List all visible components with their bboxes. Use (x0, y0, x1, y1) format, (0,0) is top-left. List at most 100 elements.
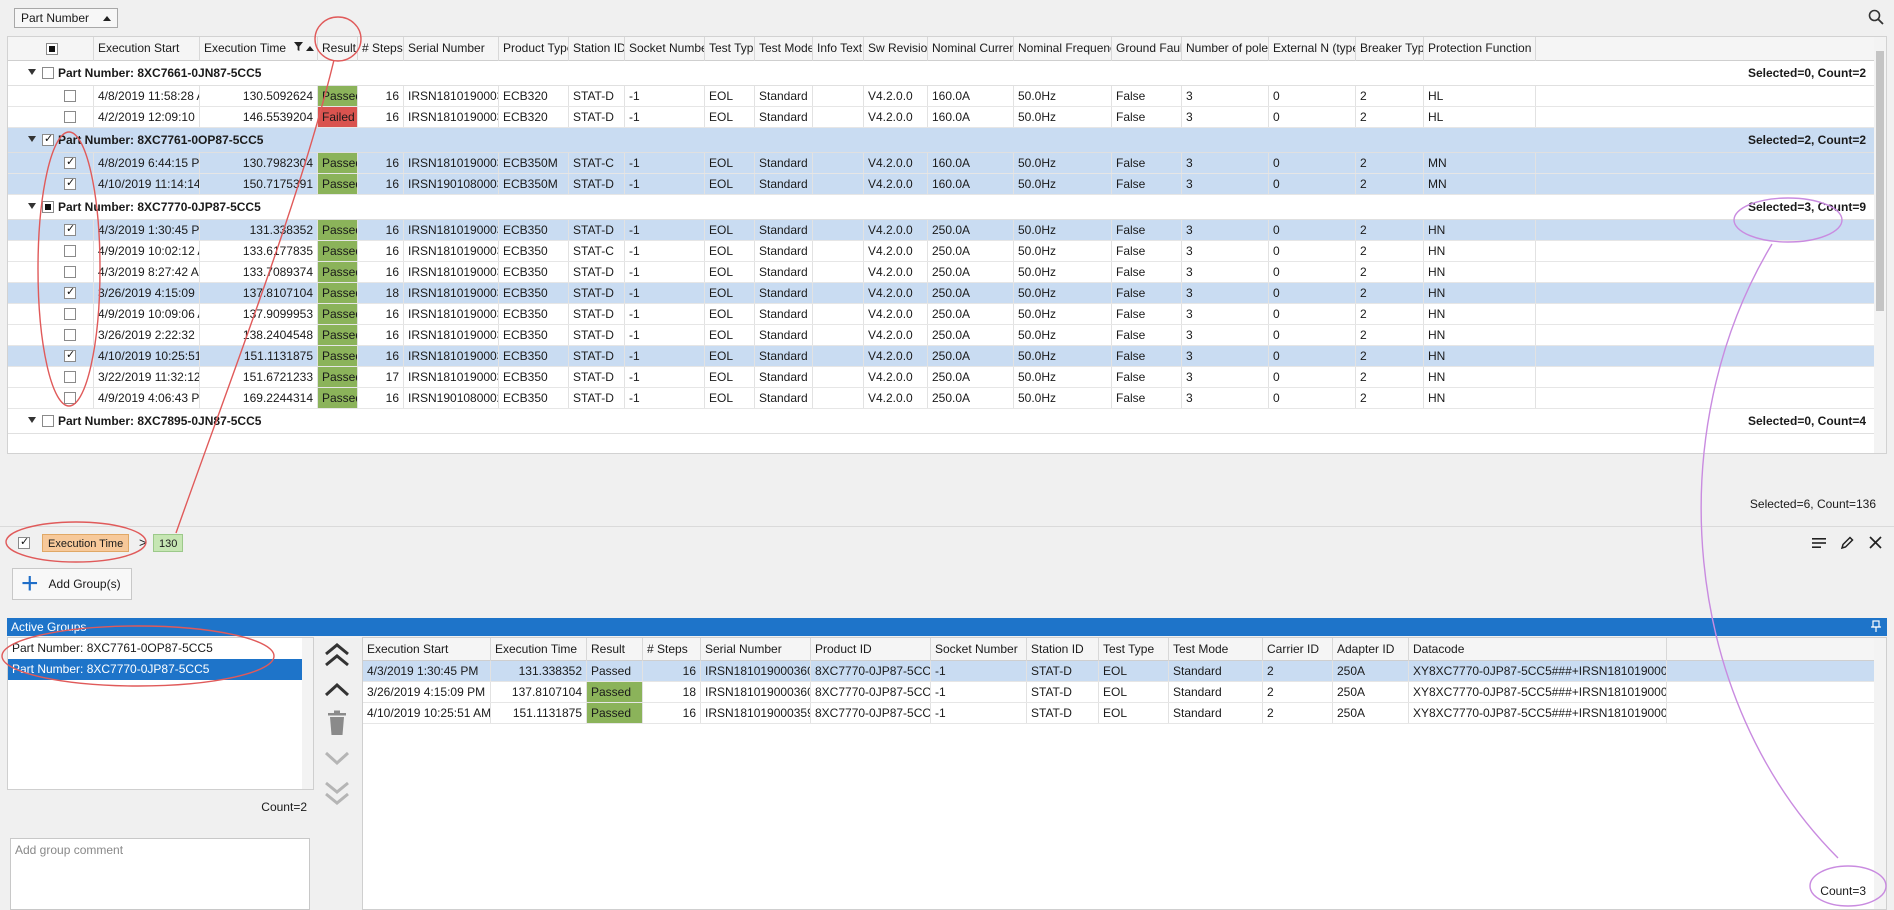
detail-column-header-exec_time[interactable]: Execution Time (491, 638, 587, 661)
detail-column-header-socket[interactable]: Socket Number (931, 638, 1027, 661)
move-up-button[interactable] (323, 675, 351, 703)
row-checkbox[interactable] (64, 90, 76, 102)
row-checkbox[interactable] (64, 266, 76, 278)
column-header-ground[interactable]: Ground Fault (1112, 37, 1182, 61)
column-header-sw[interactable]: Sw Revision (864, 37, 928, 61)
column-header-result[interactable]: Result (318, 37, 358, 61)
active-group-item[interactable]: Part Number: 8XC7770-0JP87-5CC5 (8, 659, 313, 680)
table-row[interactable]: 3/22/2019 11:32:12...151.6721233Passed17… (8, 367, 1876, 388)
column-header-exec_time[interactable]: Execution Time (200, 37, 318, 61)
column-header-nom_freq[interactable]: Nominal Frequency (1014, 37, 1112, 61)
group-row[interactable]: Part Number: 8XC7770-0JP87-5CC5 Selected=… (8, 195, 1876, 220)
edit-pencil-icon[interactable] (1840, 536, 1854, 550)
detail-table-row[interactable]: 4/10/2019 10:25:51 AM 151.1131875 Passed 16… (363, 703, 1875, 724)
search-icon[interactable] (1868, 9, 1884, 25)
detail-column-header-product_id[interactable]: Product ID (811, 638, 931, 661)
row-checkbox[interactable] (64, 176, 76, 190)
table-row[interactable]: 4/9/2019 10:09:06 AM137.9099953Passed16I… (8, 304, 1876, 325)
detail-column-header-test_mode[interactable]: Test Mode (1169, 638, 1263, 661)
group-expand-toggle[interactable] (28, 136, 36, 142)
filter-funnel-icon[interactable] (294, 42, 303, 51)
row-checkbox[interactable] (64, 222, 76, 236)
move-bottom-button[interactable] (323, 779, 351, 807)
table-row[interactable]: 4/10/2019 10:25:51...151.1131875Passed16… (8, 346, 1876, 367)
group-checkbox[interactable] (42, 67, 54, 79)
column-header-product[interactable]: Product Type (499, 37, 569, 61)
group-checkbox[interactable] (42, 415, 54, 427)
column-header-station[interactable]: Station ID (569, 37, 625, 61)
column-header-ext_n[interactable]: External N (type) (1269, 37, 1356, 61)
detail-column-header-exec_start[interactable]: Execution Start (363, 638, 491, 661)
row-checkbox[interactable] (64, 111, 76, 123)
column-header-serial[interactable]: Serial Number (404, 37, 499, 61)
detail-column-header-test_type[interactable]: Test Type (1099, 638, 1169, 661)
table-row[interactable]: 4/2/2019 12:09:10 PM146.5539204Failed16I… (8, 107, 1876, 128)
group-checkbox[interactable] (42, 201, 54, 213)
filter-operator[interactable]: > (134, 534, 152, 552)
filter-enabled-checkbox[interactable] (18, 535, 30, 549)
group-row[interactable]: Part Number: 8XC7895-0JN87-5CC5 Selected=… (8, 409, 1876, 434)
move-top-button[interactable] (323, 641, 351, 669)
active-groups-scrollbar[interactable] (302, 638, 313, 789)
column-header-steps[interactable]: # Steps (358, 37, 404, 61)
column-header-breaker[interactable]: Breaker Type (1356, 37, 1424, 61)
group-expand-toggle[interactable] (28, 69, 36, 75)
row-checkbox[interactable] (64, 392, 76, 404)
column-header-test_mode[interactable]: Test Mode (755, 37, 813, 61)
group-checkbox[interactable] (42, 132, 54, 146)
sort-ascending-icon[interactable] (103, 15, 112, 21)
detail-column-header-adapter[interactable]: Adapter ID (1333, 638, 1409, 661)
row-checkbox[interactable] (64, 371, 76, 383)
sort-asc-icon[interactable] (306, 46, 314, 51)
select-all-checkbox[interactable] (46, 43, 58, 55)
group-row[interactable]: Part Number: 8XC7661-0JN87-5CC5 Selected=… (8, 61, 1876, 86)
detail-column-header-result[interactable]: Result (587, 638, 643, 661)
delete-group-button[interactable] (323, 709, 351, 737)
table-row[interactable]: 4/3/2019 8:27:42 AM133.7089374Passed16IR… (8, 262, 1876, 283)
table-row[interactable]: 4/8/2019 6:44:15 PM130.7982304Passed16IR… (8, 153, 1876, 174)
table-row[interactable]: 4/10/2019 11:14:14...150.7175391Passed16… (8, 174, 1876, 195)
hamburger-menu-icon[interactable] (1812, 537, 1826, 549)
column-header-info[interactable]: Info Text (813, 37, 864, 61)
column-header-test_type[interactable]: Test Type (705, 37, 755, 61)
add-groups-button[interactable]: + Add Group(s) (12, 568, 132, 600)
column-header-socket[interactable]: Socket Number (625, 37, 705, 61)
column-header-prot[interactable]: Protection Function (1424, 37, 1536, 61)
detail-grid-scrollbar[interactable] (1874, 638, 1886, 909)
grid-scroll-thumb[interactable] (1876, 51, 1884, 311)
row-checkbox[interactable] (64, 329, 76, 341)
group-by-chip[interactable]: Part Number (14, 8, 119, 28)
detail-column-header-carrier[interactable]: Carrier ID (1263, 638, 1333, 661)
row-checkbox[interactable] (64, 285, 76, 299)
table-row[interactable]: 4/3/2019 1:30:45 PM131.338352Passed16IRS… (8, 220, 1876, 241)
detail-column-header-serial[interactable]: Serial Number (701, 638, 811, 661)
row-checkbox[interactable] (64, 348, 76, 362)
detail-column-header-steps[interactable]: # Steps (643, 638, 701, 661)
move-down-button[interactable] (323, 745, 351, 773)
pin-icon[interactable] (1871, 620, 1881, 632)
table-row[interactable]: 4/8/2019 11:58:28 AM130.5092624Passed16I… (8, 86, 1876, 107)
active-group-item[interactable]: Part Number: 8XC7761-0OP87-5CC5 (8, 638, 313, 659)
close-icon[interactable] (1869, 536, 1882, 549)
filter-value-chip[interactable]: 130 (153, 534, 184, 552)
table-row[interactable]: 4/9/2019 4:06:43 PM169.2244314Passed16IR… (8, 388, 1876, 409)
filter-field-chip[interactable]: Execution Time (42, 534, 130, 552)
table-row[interactable]: 4/9/2019 10:02:12 AM133.6177835Passed16I… (8, 241, 1876, 262)
row-checkbox[interactable] (64, 155, 76, 169)
table-row[interactable]: 3/26/2019 2:22:32 PM138.2404548Passed16I… (8, 325, 1876, 346)
group-comment-input[interactable]: Add group comment (10, 838, 310, 910)
table-row[interactable]: 3/26/2019 4:15:09 PM137.8107104Passed18I… (8, 283, 1876, 304)
detail-column-header-datacode[interactable]: Datacode (1409, 638, 1667, 661)
group-expand-toggle[interactable] (28, 203, 36, 209)
grid-vertical-scrollbar[interactable] (1874, 37, 1886, 453)
column-header-exec_start[interactable]: Execution Start (94, 37, 200, 61)
detail-table-row[interactable]: 3/26/2019 4:15:09 PM 137.8107104 Passed 18 I… (363, 682, 1875, 703)
column-header-nom_current[interactable]: Nominal Current (928, 37, 1014, 61)
detail-column-header-station[interactable]: Station ID (1027, 638, 1099, 661)
row-checkbox[interactable] (64, 245, 76, 257)
group-expand-toggle[interactable] (28, 417, 36, 423)
detail-table-row[interactable]: 4/3/2019 1:30:45 PM 131.338352 Passed 16 IRS… (363, 661, 1875, 682)
row-checkbox[interactable] (64, 308, 76, 320)
column-header-poles[interactable]: Number of poles (1182, 37, 1269, 61)
group-row[interactable]: Part Number: 8XC7761-0OP87-5CC5 Selected=… (8, 128, 1876, 153)
